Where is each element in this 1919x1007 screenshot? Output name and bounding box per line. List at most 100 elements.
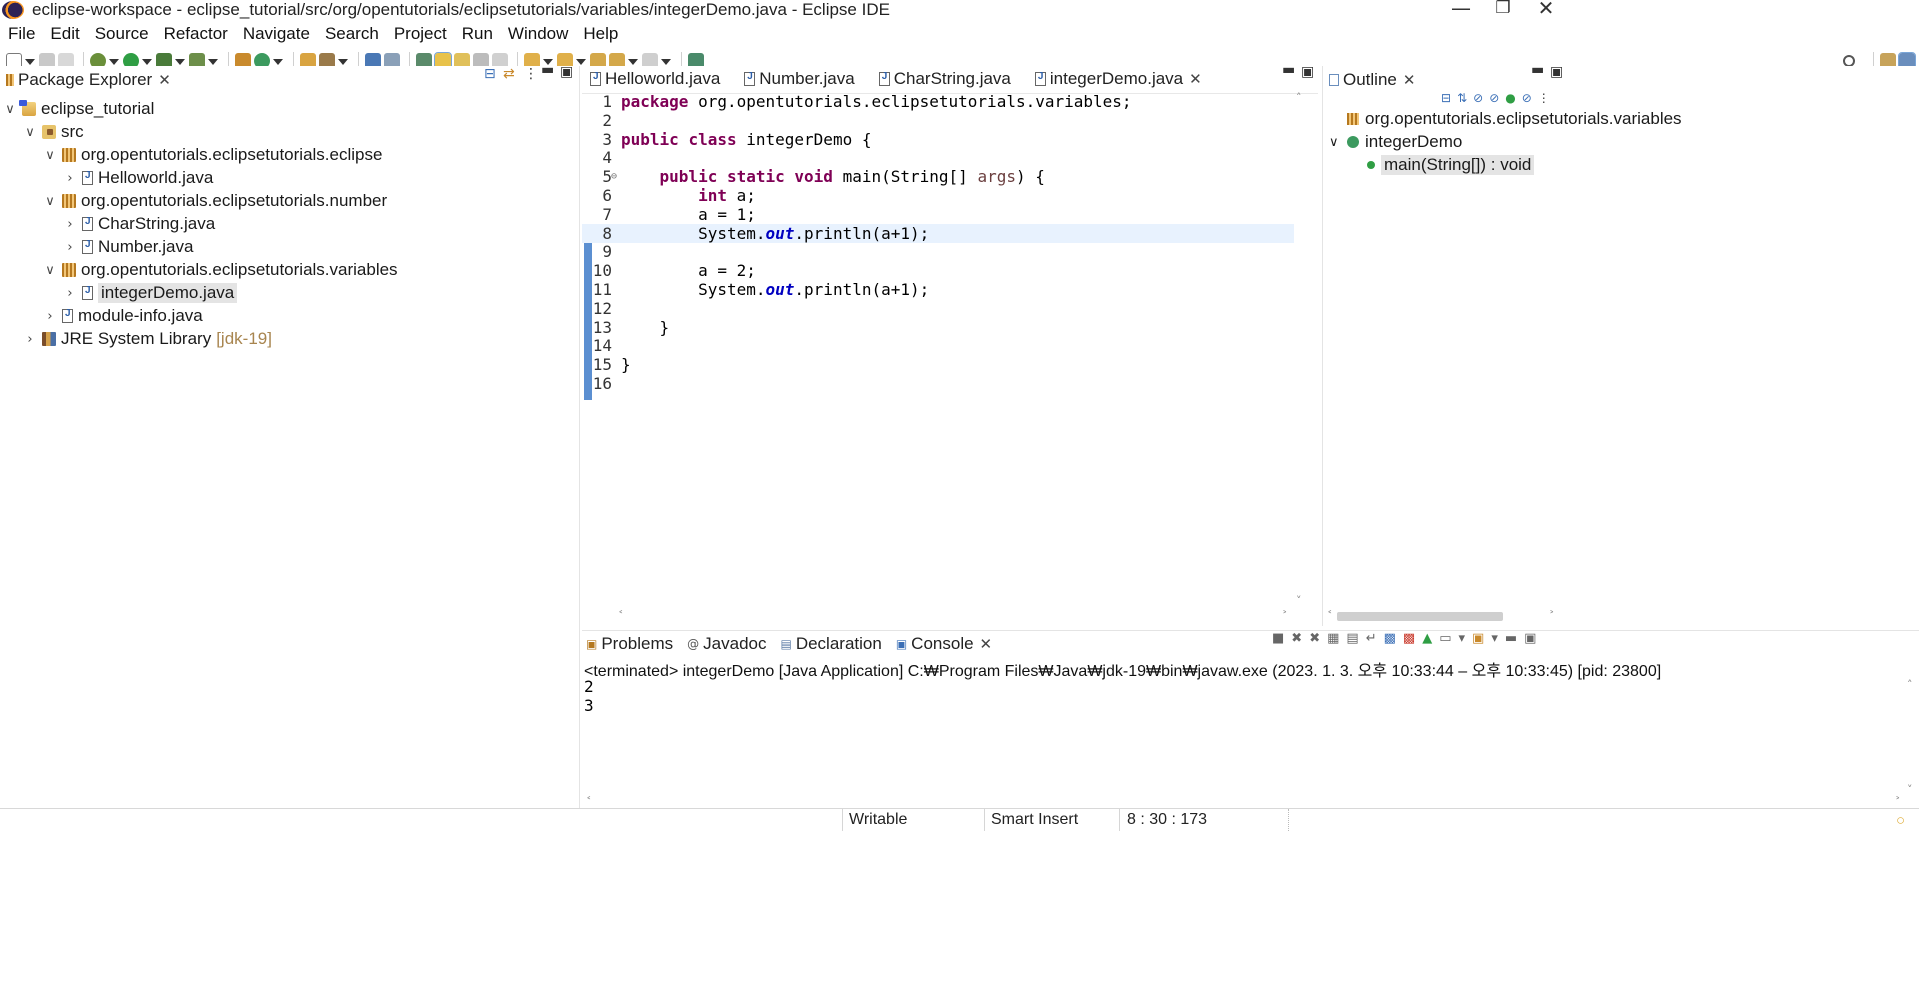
minimize-view-icon[interactable]: ▬ [541, 62, 554, 78]
scroll-right-icon[interactable]: ˃ [1282, 609, 1288, 622]
view-menu-icon[interactable]: ⋮ [1538, 91, 1550, 105]
display-console-icon[interactable]: ▭ [1439, 631, 1451, 646]
maximize-editor-icon[interactable]: ▣ [1301, 64, 1314, 80]
code-line[interactable]: 13 } [582, 318, 1294, 337]
code-line[interactable]: 1 package org.opentutorials.eclipsetutori… [582, 92, 1294, 111]
tree-item[interactable]: ∨ org.opentutorials.eclipsetutorials.vari… [42, 259, 397, 281]
tab-package-explorer[interactable]: Package Explorer ✕ [0, 66, 181, 94]
open-console-icon[interactable]: ▣ [1472, 631, 1484, 646]
close-icon[interactable]: ✕ [1523, 0, 1569, 20]
outline-item[interactable]: ∨ integerDemo [1329, 131, 1462, 153]
scroll-right-icon[interactable]: ˃ [1895, 795, 1901, 808]
collapse-all-icon[interactable]: ⊟ [484, 66, 496, 82]
scroll-down-icon[interactable]: ˅ [1907, 783, 1913, 796]
collapsed-chevron-icon[interactable]: › [42, 309, 58, 324]
code-line[interactable]: 3 public class integerDemo { [582, 130, 1294, 149]
tree-item[interactable]: ∨ src [22, 121, 83, 143]
maximize-view-icon[interactable]: ▣ [1524, 631, 1536, 646]
maximize-view-icon[interactable]: ▣ [1550, 64, 1563, 80]
close-icon[interactable]: ✕ [1189, 70, 1202, 88]
tip-lightbulb-icon[interactable]: ○ [1896, 809, 1905, 831]
open-console-dropdown-icon[interactable]: ▾ [1491, 631, 1498, 646]
code-line[interactable]: 8 System.out.println(a+1); [582, 223, 1294, 243]
menu-help[interactable]: Help [575, 24, 625, 44]
minimize-view-icon[interactable]: ▬ [1531, 62, 1544, 78]
scroll-right-icon[interactable]: ˃ [1549, 609, 1555, 622]
menu-file[interactable]: File [0, 24, 42, 44]
expanded-chevron-icon[interactable]: ∨ [1329, 135, 1343, 150]
menu-source[interactable]: Source [87, 24, 156, 44]
clear-console-icon[interactable]: ▦ [1327, 631, 1339, 646]
code-line[interactable]: 11 System.out.println(a+1); [582, 280, 1294, 299]
expanded-chevron-icon[interactable]: ∨ [42, 194, 58, 209]
menu-edit[interactable]: Edit [42, 24, 86, 44]
tree-item[interactable]: › Number.java [62, 236, 193, 258]
sort-icon[interactable]: ⇅ [1457, 91, 1467, 105]
status-insert-mode[interactable]: Smart Insert [991, 809, 1078, 831]
menu-project[interactable]: Project [386, 24, 454, 44]
code-line[interactable]: 16 [582, 374, 1294, 393]
tab-declaration[interactable]: ▤ Declaration [776, 631, 891, 657]
tree-item[interactable]: › Helloworld.java [62, 167, 213, 189]
code-line[interactable]: 14 [582, 336, 1294, 355]
expanded-chevron-icon[interactable]: ∨ [2, 102, 18, 117]
expanded-chevron-icon[interactable]: ∨ [22, 125, 38, 140]
scroll-lock-icon[interactable]: ▤ [1346, 631, 1358, 646]
tree-item[interactable]: › integerDemo.java [62, 282, 238, 304]
editor-horizontal-scrollbar[interactable]: ˂ ˃ [618, 609, 1294, 623]
menu-refactor[interactable]: Refactor [156, 24, 235, 44]
close-icon[interactable]: ✕ [1403, 71, 1416, 89]
scroll-left-icon[interactable]: ˂ [1327, 609, 1333, 622]
link-with-editor-icon[interactable]: ⇄ [503, 66, 515, 82]
hide-static-icon[interactable]: ⊘ [1489, 91, 1499, 105]
tree-item[interactable]: › module-info.java [42, 305, 202, 327]
pin-console-icon[interactable]: ▲ [1422, 631, 1432, 646]
minimize-icon[interactable]: — [1438, 0, 1484, 20]
word-wrap-icon[interactable]: ↵ [1366, 631, 1377, 646]
menu-navigate[interactable]: Navigate [235, 24, 317, 44]
hide-local-types-icon[interactable]: ⊘ [1522, 91, 1532, 105]
code-editor[interactable]: 1 package org.opentutorials.eclipsetutori… [582, 88, 1300, 610]
fold-icon[interactable]: ⊖ [611, 171, 617, 182]
tab-problems[interactable]: ▣ Problems [582, 631, 683, 657]
tree-item[interactable]: ∨ org.opentutorials.eclipsetutorials.ecli… [42, 144, 382, 166]
tab-console[interactable]: ▣ Console ✕ [891, 631, 1003, 657]
tab-outline[interactable]: Outline ✕ [1323, 66, 1426, 94]
expanded-chevron-icon[interactable]: ∨ [42, 148, 58, 163]
outline-item[interactable]: org.opentutorials.eclipsetutorials.varia… [1347, 108, 1682, 130]
outline-horizontal-scrollbar[interactable]: ˂ ˃ [1327, 609, 1559, 623]
show-on-stderr-icon[interactable]: ▩ [1403, 631, 1415, 646]
close-icon[interactable]: ✕ [158, 71, 171, 89]
scroll-up-icon[interactable]: ˄ [1296, 91, 1302, 104]
menu-search[interactable]: Search [317, 24, 386, 44]
hide-non-public-icon[interactable]: ● [1505, 91, 1515, 105]
remove-all-terminated-icon[interactable]: ✖ [1309, 631, 1320, 646]
maximize-view-icon[interactable]: ▣ [560, 64, 573, 80]
tree-item[interactable]: › CharString.java [62, 213, 215, 235]
code-line[interactable]: 6 int a; [582, 186, 1294, 205]
tree-item[interactable]: ∨ org.opentutorials.eclipsetutorials.numb… [42, 190, 387, 212]
restore-icon[interactable]: ❐ [1480, 0, 1526, 22]
terminate-icon[interactable]: ■ [1272, 631, 1284, 646]
collapse-all-icon[interactable]: ⊟ [1441, 91, 1451, 105]
menu-run[interactable]: Run [454, 24, 500, 44]
status-cursor-position[interactable]: 8 : 30 : 173 [1127, 809, 1207, 831]
expanded-chevron-icon[interactable]: ∨ [42, 263, 58, 278]
view-menu-icon[interactable]: ⋮ [524, 66, 538, 82]
display-console-dropdown-icon[interactable]: ▾ [1459, 631, 1466, 646]
remove-launch-icon[interactable]: ✖ [1291, 631, 1302, 646]
outline-item[interactable]: main(String[]) : void [1367, 154, 1535, 176]
scrollbar-thumb[interactable] [1337, 612, 1503, 621]
show-on-stdout-icon[interactable]: ▩ [1384, 631, 1396, 646]
scroll-left-icon[interactable]: ˂ [618, 609, 624, 622]
tab-javadoc[interactable]: @ Javadoc [683, 631, 776, 657]
collapsed-chevron-icon[interactable]: › [22, 332, 38, 347]
code-line[interactable]: 15} [582, 355, 1294, 374]
editor-vertical-scrollbar[interactable]: ˄ ˅ [1294, 91, 1308, 611]
code-line[interactable]: 10 a = 2; [582, 261, 1294, 280]
collapsed-chevron-icon[interactable]: › [62, 217, 78, 232]
scroll-up-icon[interactable]: ˄ [1907, 678, 1913, 691]
collapsed-chevron-icon[interactable]: › [62, 171, 78, 186]
scroll-down-icon[interactable]: ˅ [1296, 594, 1302, 607]
hide-fields-icon[interactable]: ⊘ [1473, 91, 1483, 105]
